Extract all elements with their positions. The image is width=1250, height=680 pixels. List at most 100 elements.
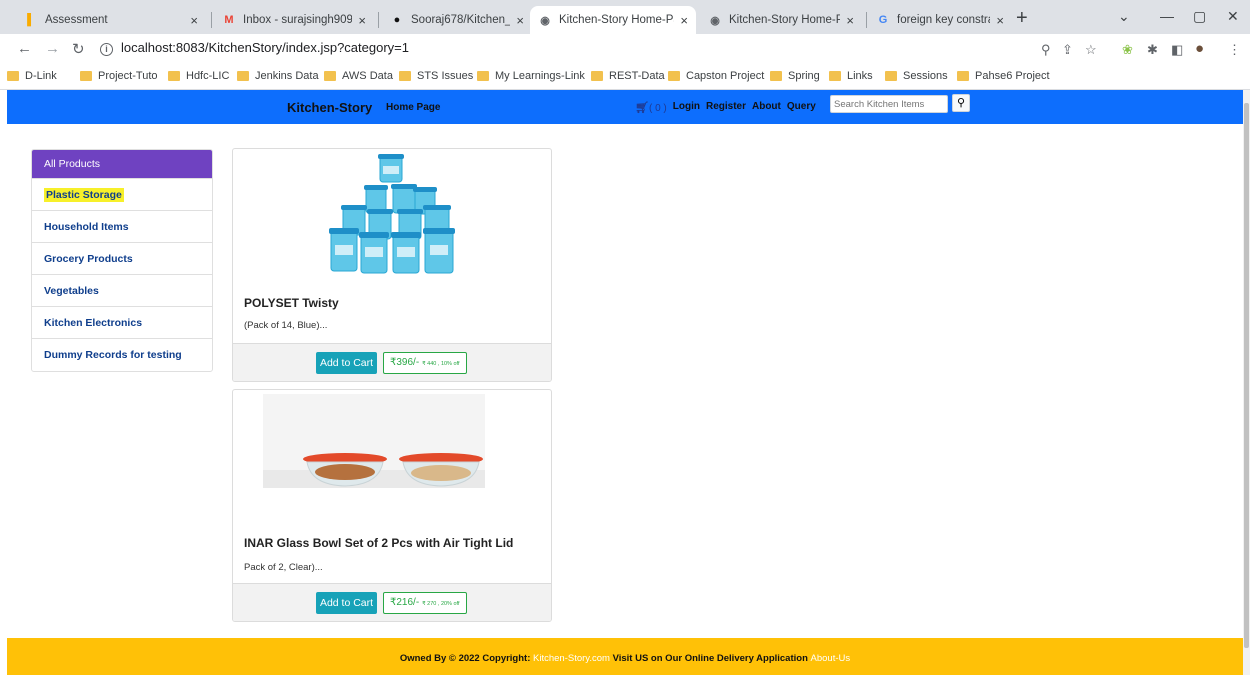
globe-icon: ◉ [710,14,720,27]
close-window-icon[interactable]: ✕ [1227,8,1239,25]
back-icon[interactable]: ← [17,40,32,57]
browser-tab-active[interactable]: ◉ Kitchen-Story Home-Page × [530,6,696,34]
category-household-items[interactable]: Household Items [32,211,212,243]
search-button[interactable]: ⚲ [952,94,970,112]
folder-icon [770,71,782,81]
side-panel-icon[interactable]: ◧ [1171,42,1183,58]
cart-icon: 🛒︎ [635,102,649,114]
folder-icon [237,71,249,81]
bookmark-item[interactable]: AWS Data [324,70,393,82]
bookmark-item[interactable]: REST-Data [591,70,665,82]
new-tab-button[interactable]: + [1016,8,1028,28]
browser-tab[interactable]: M Inbox - surajsingh9090@gn × [214,6,374,34]
register-link[interactable]: Register [706,101,746,114]
product-image[interactable] [233,390,551,490]
brand-link[interactable]: Kitchen-Story [287,100,372,115]
nav-links: 🛒︎( 0 ) Login Register About Query [635,101,816,114]
product-card: INAR Glass Bowl Set of 2 Pcs with Air Ti… [232,389,552,622]
folder-icon [668,71,680,81]
site-navbar: Kitchen-Story Home Page 🛒︎( 0 ) Login Re… [7,90,1243,124]
extensions-puzzle-icon[interactable]: ✱ [1147,42,1158,58]
folder-icon [477,71,489,81]
product-name[interactable]: POLYSET Twisty [233,296,551,310]
folder-icon [829,71,841,81]
product-description: (Pack of 14, Blue)... [244,320,328,331]
folder-icon [399,71,411,81]
extension-icon[interactable]: ❀ [1122,42,1133,58]
address-bar[interactable]: i localhost:8083/KitchenStory/index.jsp?c… [100,40,409,56]
scrollbar-thumb[interactable] [1244,103,1249,648]
folder-icon [324,71,336,81]
close-icon[interactable]: × [358,13,366,28]
bookmark-item[interactable]: My Learnings-Link [477,70,585,82]
menu-kebab-icon[interactable]: ⋮ [1228,42,1241,58]
github-icon: ● [393,14,401,26]
folder-icon [7,71,19,81]
close-icon[interactable]: × [996,13,1004,28]
bookmark-item[interactable]: Jenkins Data [237,70,319,82]
zoom-icon[interactable]: ⚲ [1041,42,1051,58]
bookmarks-bar: D-Link Project-Tuto Hdfc-LIC Jenkins Dat… [0,64,1250,90]
folder-icon [591,71,603,81]
site-footer: Owned By © 2022 Copyright: Kitchen-Story… [7,638,1243,675]
price-badge: ₹396/- ₹ 440 , 10% off [383,352,467,374]
share-icon[interactable]: ⇪ [1062,42,1073,58]
minimize-icon[interactable]: — [1160,8,1174,24]
close-icon[interactable]: × [680,13,688,28]
category-sidebar: All Products Plastic Storage Household I… [31,149,213,372]
bookmark-item[interactable]: Capston Project [668,70,764,82]
bookmark-item[interactable]: Pahse6 Project [957,70,1050,82]
site-link[interactable]: Kitchen-Story.com [533,653,610,664]
category-all-products[interactable]: All Products [32,150,212,179]
home-page-link[interactable]: Home Page [386,102,440,113]
bookmark-item[interactable]: STS Issues [399,70,473,82]
category-plastic-storage[interactable]: Plastic Storage [32,179,212,211]
close-icon[interactable]: × [846,13,854,28]
browser-tab[interactable]: ● Sooraj678/Kitchen_Story: Pl × [382,6,532,34]
bookmark-star-icon[interactable]: ☆ [1085,42,1097,58]
bookmark-item[interactable]: D-Link [7,70,57,82]
category-grocery-products[interactable]: Grocery Products [32,243,212,275]
product-name[interactable]: INAR Glass Bowl Set of 2 Pcs with Air Ti… [233,536,551,550]
close-icon[interactable]: × [516,13,524,28]
container-set-image [329,154,455,274]
category-vegetables[interactable]: Vegetables [32,275,212,307]
gmail-icon: M [224,14,234,26]
browser-toolbar: ← → ↻ i localhost:8083/KitchenStory/index… [0,34,1250,64]
browser-tab-strip: ▌ Assessment × M Inbox - surajsingh9090@… [0,0,1250,34]
about-us-link[interactable]: About-Us [811,653,851,664]
product-card-footer: Add to Cart ₹396/- ₹ 440 , 10% off [233,343,551,381]
login-link[interactable]: Login [673,101,700,114]
bookmark-item[interactable]: Project-Tuto [80,70,158,82]
glass-bowl-image [263,394,485,488]
cart-link[interactable]: 🛒︎( 0 ) [635,101,667,114]
info-icon[interactable]: i [100,43,113,56]
add-to-cart-button[interactable]: Add to Cart [316,352,377,374]
maximize-icon[interactable]: ▢ [1193,8,1206,25]
folder-icon [168,71,180,81]
bookmark-item[interactable]: Hdfc-LIC [168,70,229,82]
about-link[interactable]: About [752,101,781,114]
browser-tab[interactable]: G foreign key constraint in sq × [868,6,1012,34]
add-to-cart-button[interactable]: Add to Cart [316,592,377,614]
assessment-icon: ▌ [27,14,35,26]
search-input[interactable] [830,95,948,113]
bookmark-item[interactable]: Sessions [885,70,948,82]
browser-tab[interactable]: ▌ Assessment × [16,6,206,34]
forward-icon[interactable]: → [45,40,60,57]
query-link[interactable]: Query [787,101,816,114]
folder-icon [885,71,897,81]
category-kitchen-electronics[interactable]: Kitchen Electronics [32,307,212,339]
browser-tab[interactable]: ◉ Kitchen-Story Home-Page × [700,6,862,34]
product-card: POLYSET Twisty (Pack of 14, Blue)... Add… [232,148,552,382]
product-image[interactable] [233,149,551,289]
reload-icon[interactable]: ↻ [72,40,85,58]
profile-avatar-icon[interactable]: ● [1195,40,1204,57]
category-dummy-records[interactable]: Dummy Records for testing [32,339,212,371]
bookmark-item[interactable]: Spring [770,70,820,82]
tab-search-icon[interactable]: ⌄ [1118,8,1130,25]
google-icon: G [878,14,888,26]
product-card-footer: Add to Cart ₹216/- ₹ 270 , 20% off [233,583,551,621]
close-icon[interactable]: × [190,13,198,28]
bookmark-item[interactable]: Links [829,70,873,82]
